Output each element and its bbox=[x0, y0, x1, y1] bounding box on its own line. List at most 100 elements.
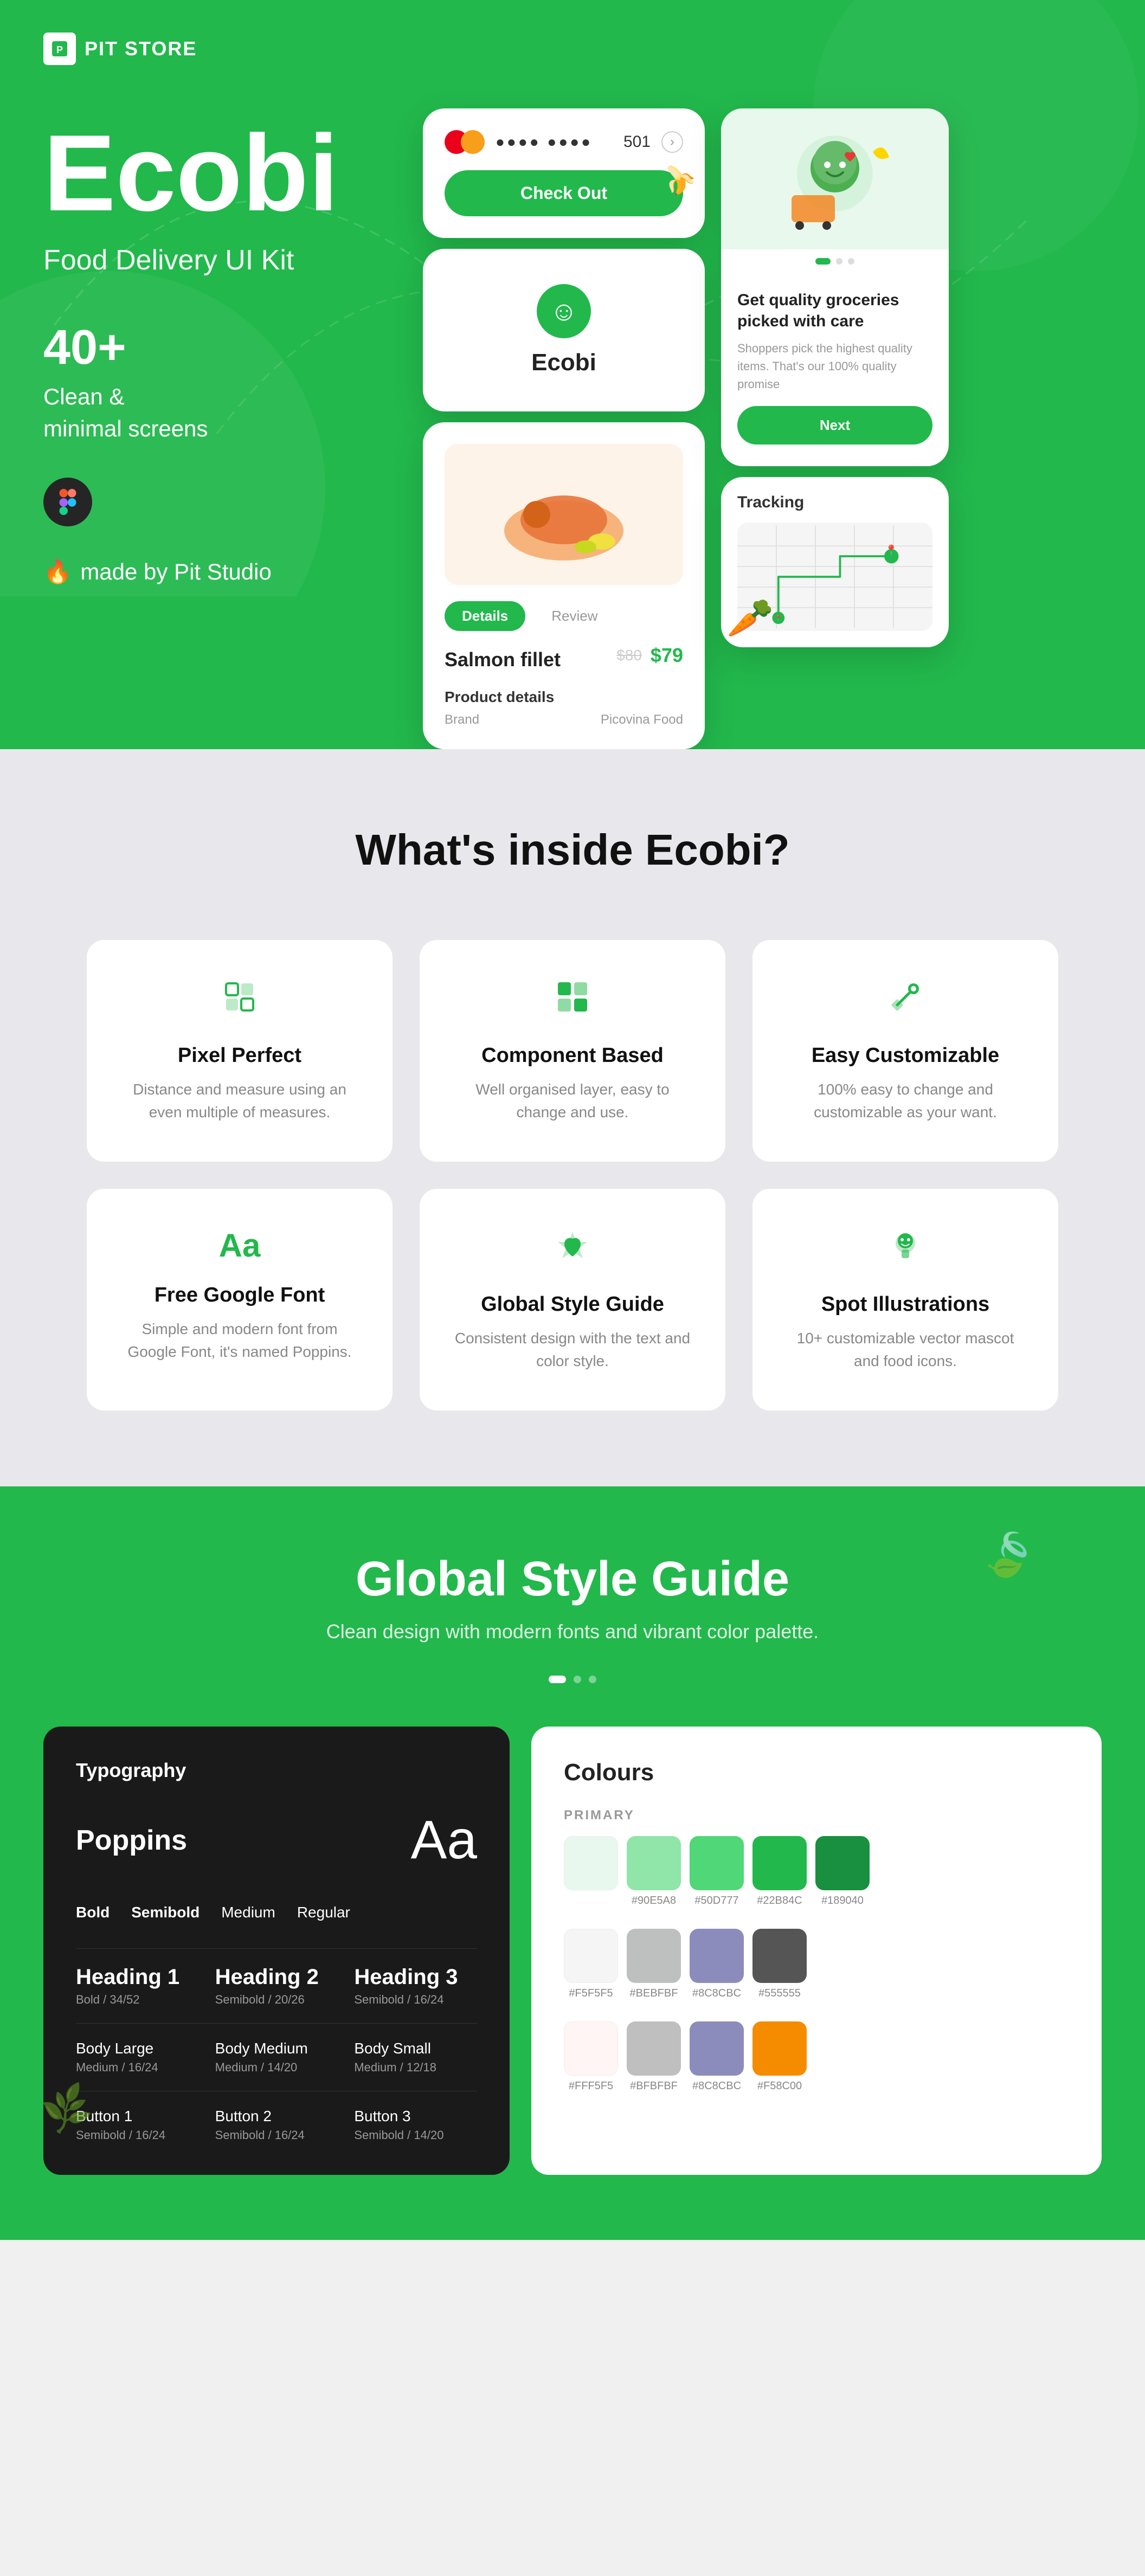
button-label-0: Button 1 bbox=[76, 2108, 199, 2125]
hero-title: Ecobi bbox=[43, 119, 423, 228]
indicator-dot-1 bbox=[836, 258, 842, 265]
swatch-0 bbox=[564, 1836, 618, 1907]
ecobi-circle: ☺ bbox=[537, 284, 591, 338]
hero-content: Ecobi Food Delivery UI Kit 40+ Clean &mi… bbox=[43, 108, 1102, 749]
onboarding-indicators bbox=[721, 249, 949, 273]
body-label-1: Body Medium bbox=[215, 2040, 338, 2057]
accent-label-2: #8C8CBC bbox=[692, 2080, 741, 2092]
product-name: Salmon fillet bbox=[445, 648, 561, 671]
accent-swatch-2: #8C8CBC bbox=[690, 2021, 744, 2092]
type-button-items: Button 1 Semibold / 16/24 Button 2 Semib… bbox=[76, 2108, 477, 2142]
feature-title-1: Component Based bbox=[481, 1044, 664, 1067]
body-item-2: Body Small Medium / 12/18 bbox=[354, 2040, 477, 2075]
details-tab[interactable]: Details bbox=[445, 601, 525, 631]
accent-label-3: #F58C00 bbox=[757, 2080, 802, 2092]
hero-stats-sub: Clean &minimal screens bbox=[43, 381, 423, 445]
font-name: Poppins bbox=[76, 1824, 187, 1857]
accent-box-3 bbox=[752, 2021, 807, 2076]
neutral-swatch-1: #BEBFBF bbox=[627, 1929, 681, 2000]
style-cards-row: Typography Poppins Aa Bold Semibold Medi… bbox=[43, 1727, 1102, 2175]
neutral-swatch-0: #F5F5F5 bbox=[564, 1929, 618, 2000]
customizable-icon bbox=[886, 978, 924, 1025]
button-label-2: Button 3 bbox=[354, 2108, 477, 2125]
style-guide-title: Global Style Guide bbox=[43, 1551, 1102, 1607]
heading-item-2: Heading 3 Semibold / 16/24 bbox=[354, 1965, 477, 2007]
heading-item-1: Heading 2 Semibold / 20/26 bbox=[215, 1965, 338, 2007]
inside-section: What's inside Ecobi? Pixel Perfect Dista… bbox=[0, 749, 1145, 1486]
indicator-dot-active bbox=[815, 258, 831, 265]
screen-col-center: ●●●● ●●●● 501 › Check Out ☺ Ecobi bbox=[423, 108, 705, 749]
neutral-label-3: #555555 bbox=[758, 1987, 801, 2000]
feature-title-0: Pixel Perfect bbox=[178, 1044, 301, 1067]
product-price-row: $80 $79 bbox=[616, 644, 683, 667]
type-body-items: Body Large Medium / 16/24 Body Medium Me… bbox=[76, 2040, 477, 2075]
feature-desc-1: Well organised layer, easy to change and… bbox=[452, 1078, 693, 1124]
accent-box-0 bbox=[564, 2021, 618, 2076]
ecobi-name: Ecobi bbox=[531, 349, 596, 376]
body-item-1: Body Medium Medium / 14/20 bbox=[215, 2040, 338, 2075]
body-label-0: Body Large bbox=[76, 2040, 199, 2057]
product-card: Details Review Salmon fillet $80 $79 Pro… bbox=[423, 422, 705, 749]
onboarding-body: Shoppers pick the highest quality items.… bbox=[737, 339, 932, 393]
style-indicator-1 bbox=[574, 1676, 581, 1683]
logo-area: P PIT STORE bbox=[43, 33, 1102, 65]
heading-label-2: Heading 3 bbox=[354, 1965, 477, 1989]
ecobi-logo-card: ☺ Ecobi bbox=[423, 249, 705, 411]
type-divider-1 bbox=[76, 1948, 477, 1949]
next-button[interactable]: Next bbox=[737, 406, 932, 445]
type-headings: Heading 1 Bold / 34/52 Heading 2 Semibol… bbox=[76, 1965, 477, 2007]
pixel-perfect-icon bbox=[221, 978, 259, 1025]
swatch-label-3: #22B84C bbox=[757, 1895, 802, 1907]
swatch-box-0 bbox=[564, 1836, 618, 1890]
swatch-1: #90E5A8 bbox=[627, 1836, 681, 1907]
swatch-box-2 bbox=[690, 1836, 744, 1890]
feature-desc-2: 100% easy to change and customizable as … bbox=[785, 1078, 1026, 1124]
typography-card-title: Typography bbox=[76, 1759, 477, 1782]
ecobi-smile: ☺ bbox=[550, 295, 577, 327]
button-label-1: Button 2 bbox=[215, 2108, 338, 2125]
neutral-swatch-3: #555555 bbox=[752, 1929, 807, 2000]
feature-card-style: Global Style Guide Consistent design wit… bbox=[420, 1189, 725, 1411]
neutral-label-1: #BEBFBF bbox=[630, 1987, 678, 2000]
accent-swatches: #FFF5F5 #BFBFBF #8C8CBC #F58C00 bbox=[564, 2021, 1069, 2092]
heading-spec-0: Bold / 34/52 bbox=[76, 1993, 199, 2007]
svg-text:P: P bbox=[56, 44, 63, 55]
heading-spec-1: Semibold / 20/26 bbox=[215, 1993, 338, 2007]
style-indicator-2 bbox=[589, 1676, 596, 1683]
brand-label: Brand bbox=[445, 712, 479, 727]
button-item-2: Button 3 Semibold / 14/20 bbox=[354, 2108, 477, 2142]
feature-desc-5: 10+ customizable vector mascot and food … bbox=[785, 1327, 1026, 1373]
primary-swatches: #90E5A8 #50D777 #22B84C #189040 bbox=[564, 1836, 1069, 1907]
svg-text:📍: 📍 bbox=[775, 615, 782, 622]
neutral-label-0: #F5F5F5 bbox=[569, 1987, 613, 2000]
neutral-box-2 bbox=[690, 1929, 744, 1983]
checkout-button[interactable]: Check Out bbox=[445, 170, 683, 216]
product-brand-row: Brand Picovina Food bbox=[445, 712, 683, 727]
swatch-box-4 bbox=[815, 1836, 870, 1890]
illustrations-icon bbox=[886, 1227, 924, 1273]
feature-title-4: Global Style Guide bbox=[481, 1293, 664, 1316]
heading-spec-2: Semibold / 16/24 bbox=[354, 1993, 477, 2007]
card-dots: ●●●● ●●●● bbox=[496, 133, 613, 151]
body-spec-1: Medium / 14/20 bbox=[215, 2060, 338, 2075]
accent-label-1: #BFBFBF bbox=[630, 2080, 678, 2092]
onboarding-image bbox=[721, 108, 949, 249]
hero-section: P PIT STORE Ecobi Food Delivery UI Kit 4… bbox=[0, 0, 1145, 749]
mastercard-icon bbox=[445, 130, 485, 154]
made-by-text: made by Pit Studio bbox=[80, 559, 272, 585]
feature-title-5: Spot Illustrations bbox=[821, 1293, 989, 1316]
colours-card: Colours PRIMARY #90E5A8 #50D777 #22B84C bbox=[531, 1727, 1102, 2175]
neutral-box-0 bbox=[564, 1929, 618, 1983]
neutral-label-2: #8C8CBC bbox=[692, 1987, 741, 2000]
weight-regular: Regular bbox=[297, 1904, 350, 1921]
product-image-area bbox=[445, 444, 683, 585]
button-spec-2: Semibold / 14/20 bbox=[354, 2128, 477, 2142]
figma-icon bbox=[43, 478, 92, 526]
review-tab[interactable]: Review bbox=[534, 601, 615, 631]
neutral-box-1 bbox=[627, 1929, 681, 1983]
swatch-4: #189040 bbox=[815, 1836, 870, 1907]
card-arrow: › bbox=[661, 131, 683, 153]
logo-text: PIT STORE bbox=[85, 37, 197, 60]
accent-swatch-3: #F58C00 bbox=[752, 2021, 807, 2092]
swatch-2: #50D777 bbox=[690, 1836, 744, 1907]
